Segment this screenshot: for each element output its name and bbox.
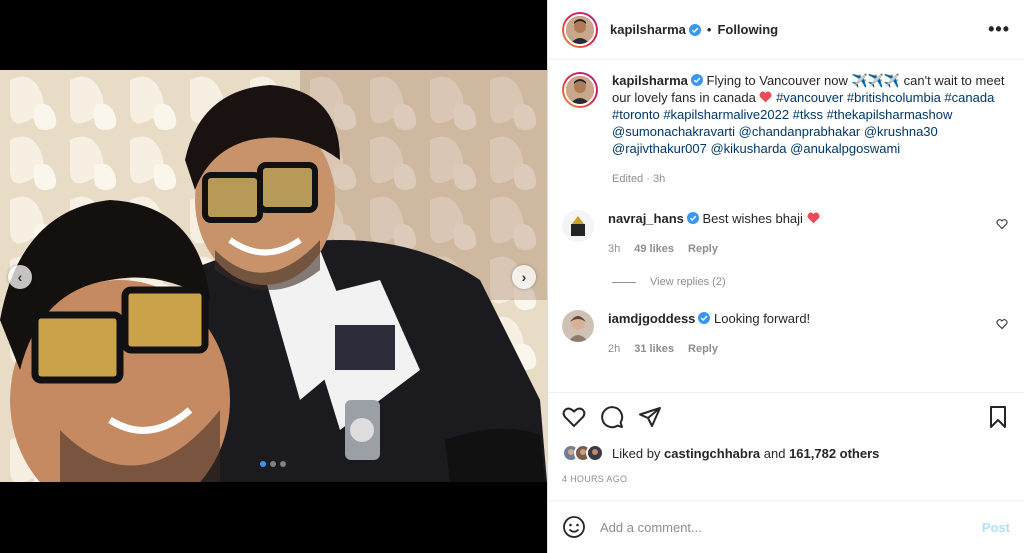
red-heart-emoji-icon (807, 212, 820, 224)
verified-badge-icon (688, 23, 701, 36)
verified-badge-icon (690, 74, 703, 86)
liker-avatar (586, 444, 604, 462)
commenter-avatar[interactable] (562, 310, 594, 342)
carousel-dot (280, 461, 286, 467)
emoji-smiley-icon[interactable] (562, 515, 586, 539)
avatar (566, 76, 594, 104)
comment-bubble-icon[interactable] (600, 405, 624, 429)
view-replies-button[interactable]: View replies (2) (612, 276, 1010, 288)
comment-meta: 3h 49 likes Reply (608, 241, 1010, 258)
chevron-right-icon: › (521, 269, 527, 285)
save-bookmark-icon[interactable] (986, 405, 1010, 429)
like-heart-icon[interactable] (562, 405, 586, 429)
comment-text: Best wishes bhaji (702, 211, 803, 226)
share-paper-plane-icon[interactable] (638, 405, 662, 429)
comment-likes[interactable]: 49 likes (634, 243, 674, 255)
liked-by: Liked by castingchhabra and 161,782 othe… (562, 444, 879, 462)
red-heart-emoji-icon (759, 91, 772, 103)
like-comment-heart-icon[interactable] (996, 318, 1008, 330)
following-button[interactable]: Following (717, 22, 778, 37)
separator: • (706, 22, 712, 37)
avatar (562, 210, 594, 242)
liked-by-count[interactable]: 161,782 others (789, 446, 879, 461)
more-options-icon[interactable]: ••• (988, 19, 1010, 40)
commenter-avatar[interactable] (562, 210, 594, 242)
liked-by-and: and (760, 445, 790, 461)
carousel-dot (260, 461, 266, 467)
comment-text: Looking forward! (714, 311, 811, 326)
chevron-left-icon: ‹ (17, 269, 23, 285)
instagram-post-modal: ‹ › kapilsharma • Following ••• kapilsha… (0, 0, 1024, 553)
comment-time: 2h (608, 343, 621, 355)
comment-likes[interactable]: 31 likes (634, 343, 674, 355)
post-side-panel: kapilsharma • Following ••• kapilsharma … (547, 0, 1024, 553)
author-username[interactable]: kapilsharma (610, 22, 686, 37)
avatar (566, 15, 594, 44)
comment-time: 3h (608, 243, 621, 255)
carousel-dot (270, 461, 276, 467)
caption-text: Flying to Vancouver now (706, 73, 852, 88)
verified-badge-icon (686, 212, 699, 224)
comment-username[interactable]: iamdjgoddess (608, 311, 695, 326)
caption-avatar[interactable] (562, 72, 598, 108)
post-comment-button[interactable]: Post (982, 520, 1010, 535)
liked-by-prefix: Liked by (612, 445, 665, 461)
view-replies-label[interactable]: View replies (2) (650, 276, 726, 288)
comment-username[interactable]: navraj_hans (608, 211, 684, 226)
comment-meta: 2h 31 likes Reply (608, 341, 1010, 358)
comment: iamdjgoddess Looking forward! 2h 31 likes… (562, 310, 1010, 358)
caption-username[interactable]: kapilsharma (612, 73, 688, 88)
add-comment-bar: Post (548, 500, 1024, 553)
caption: kapilsharma Flying to Vancouver now ✈️✈️… (562, 72, 1010, 188)
airplane-emoji: ✈️✈️✈️ (851, 73, 901, 88)
reply-button[interactable]: Reply (688, 243, 718, 255)
verified-badge-icon (698, 312, 711, 324)
post-media: ‹ › (0, 0, 547, 553)
post-actions (548, 392, 1024, 438)
comments-section: kapilsharma Flying to Vancouver now ✈️✈️… (548, 60, 1024, 392)
story-ring[interactable] (562, 11, 598, 48)
divider (612, 281, 636, 283)
avatar (562, 310, 594, 342)
liked-by-text: Liked by castingchhabra and 161,782 othe… (612, 446, 879, 461)
post-timestamp[interactable]: 4 HOURS AGO (562, 474, 627, 484)
like-comment-heart-icon[interactable] (996, 218, 1008, 230)
next-slide-button[interactable]: › (512, 265, 536, 289)
comment-input[interactable] (600, 519, 982, 535)
post-photo[interactable] (0, 70, 547, 482)
reply-button[interactable]: Reply (688, 343, 718, 355)
comment: navraj_hans Best wishes bhaji 3h 49 likes… (562, 210, 1010, 258)
carousel-indicator (260, 461, 286, 467)
liked-by-user[interactable]: castingchhabra (664, 446, 760, 461)
previous-slide-button[interactable]: ‹ (8, 265, 32, 289)
post-header: kapilsharma • Following ••• (548, 0, 1024, 60)
caption-edited: Edited · 3h (612, 173, 666, 185)
